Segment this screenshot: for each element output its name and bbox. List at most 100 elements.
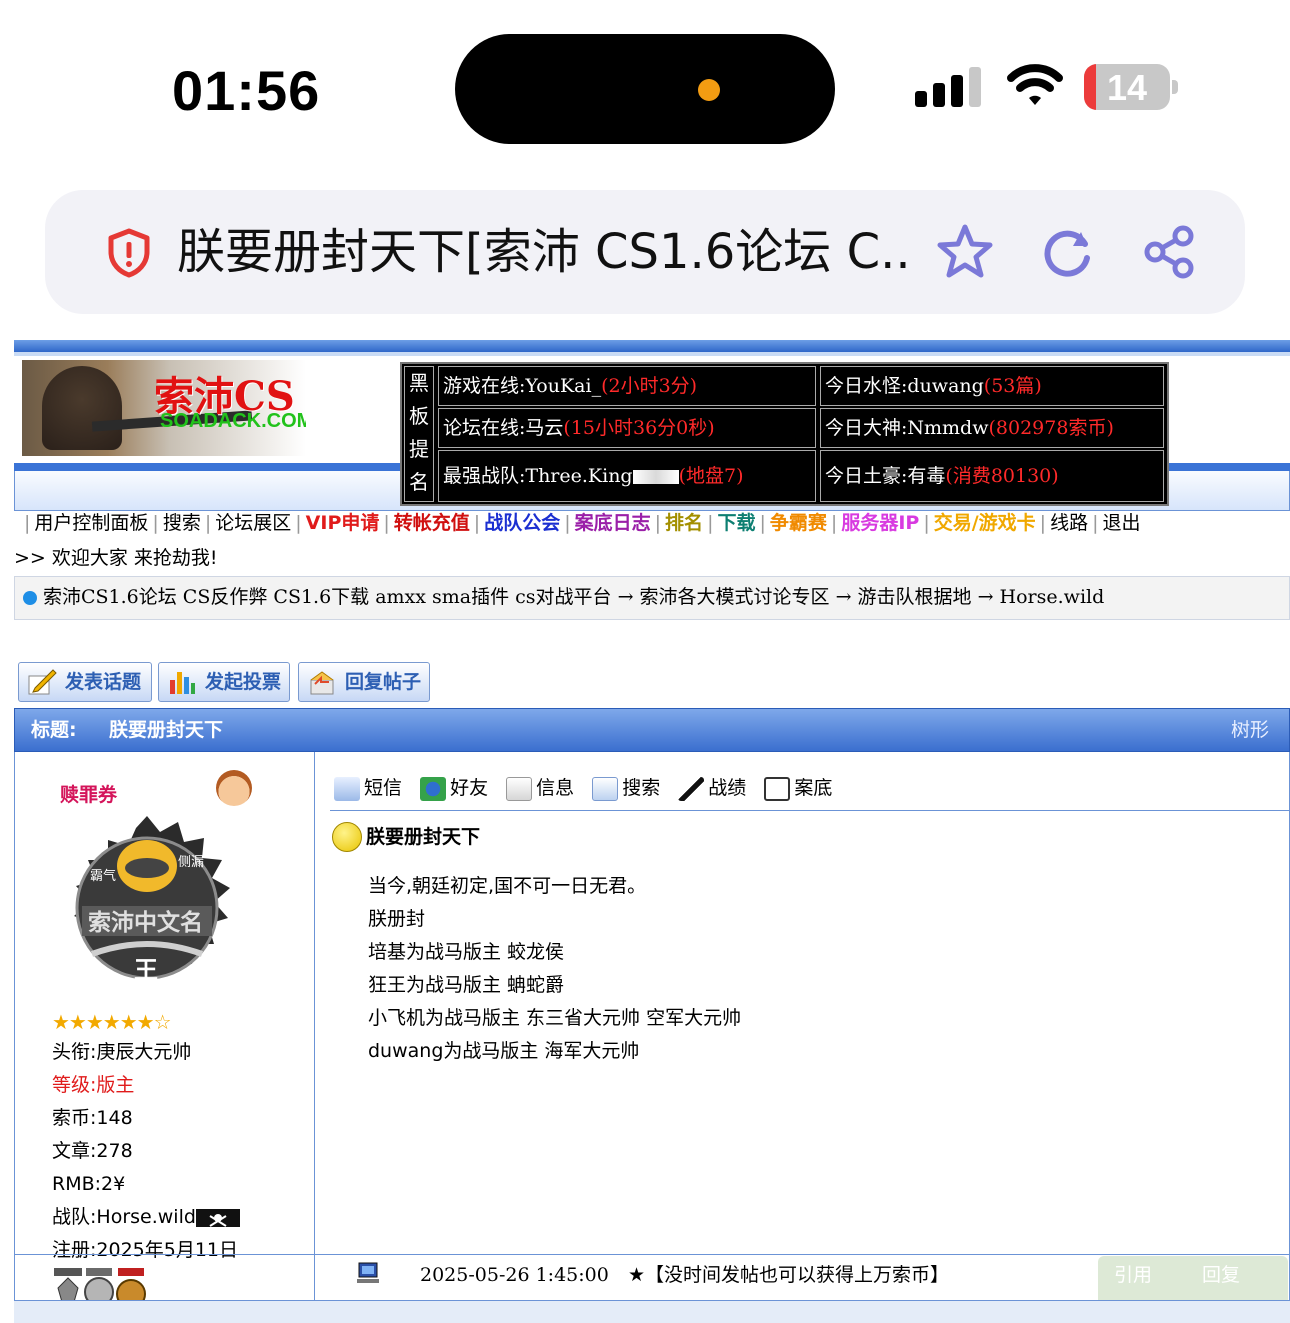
battery-icon: 14 — [1084, 64, 1170, 110]
hof-forum-online[interactable]: 论坛在线:马云(15小时36分0秒) — [438, 408, 816, 448]
reply-post-button[interactable]: 回复帖子 — [298, 662, 430, 702]
nav-item[interactable]: 用户控制面板 — [34, 512, 148, 534]
new-poll-label: 发起投票 — [205, 671, 282, 693]
nav-separator: | — [1092, 512, 1099, 534]
hof-label-char: 板 — [409, 404, 429, 428]
record-button[interactable]: 案底 — [764, 772, 832, 804]
user-team-text: 战队:Horse.wild — [52, 1206, 196, 1228]
post-line: 当今,朝廷初定,国不可一日无君。 — [368, 875, 647, 897]
nav-item[interactable]: 争霸赛 — [770, 512, 827, 534]
hof-text: 最强战队:Three.King — [443, 465, 633, 487]
nav-separator: | — [564, 512, 571, 534]
nav-item[interactable]: 交易/游戏卡 — [934, 512, 1036, 534]
site-logo[interactable]: 索沛CS SOADACK.COM — [22, 360, 306, 456]
user-rmb: RMB:2¥ — [52, 1173, 126, 1195]
avatar-text-left: 霸气 — [90, 868, 116, 884]
next-post-band — [14, 1301, 1290, 1323]
avatar-text-bottom: 王 — [134, 955, 158, 984]
team-flag-image — [632, 470, 679, 484]
user-tools-bar: 短信 好友 信息 搜索 战绩 案底 — [334, 772, 844, 804]
new-topic-button[interactable]: 发表话题 — [18, 662, 152, 702]
hof-text: 论坛在线:马云 — [443, 417, 564, 439]
promo-link[interactable]: ★【没时间发帖也可以获得上万索币】 — [628, 1260, 949, 1290]
nav-item[interactable]: 案底日志 — [575, 512, 651, 534]
page-title[interactable]: 朕要册封天下[索沛 CS1.6论坛 C... — [177, 222, 907, 282]
hof-label-char: 名 — [409, 470, 429, 494]
friend-button[interactable]: 好友 — [420, 772, 488, 804]
hof-label-char: 提 — [409, 437, 429, 461]
hof-game-online[interactable]: 游戏在线:YouKai_(2小时3分) — [438, 366, 816, 406]
nav-separator: | — [707, 512, 714, 534]
tool-label: 搜索 — [622, 777, 661, 799]
hof-note: (53篇) — [983, 375, 1042, 397]
nav-item[interactable]: 下载 — [717, 512, 755, 534]
nav-separator: | — [295, 512, 302, 534]
user-star-rating: ★★★★★★☆ — [52, 1010, 172, 1034]
avatar-text-mid: 索沛中文名 — [88, 909, 203, 936]
quote-button[interactable]: 引用 — [1114, 1260, 1152, 1290]
author-name[interactable]: 赎罪券 — [60, 780, 117, 807]
hof-today-god[interactable]: 今日大神:Nmmdw(802978索币) — [820, 408, 1164, 448]
pencil-paper-icon — [28, 669, 57, 695]
main-nav: | 用户控制面板 | 搜索 | 论坛展区 | VIP申请 | 转帐充值 | 战队公会 | 案底日志 | 排名 |… — [20, 508, 1141, 538]
star-bookmark-icon[interactable] — [935, 222, 995, 282]
post-body: 当今,朝廷初定,国不可一日无君。 朕册封 培基为战马版主 蛟龙侯 狂王为战马版主 蚺蛇… — [368, 870, 741, 1068]
user-avatar[interactable]: 霸气 侧漏 索沛中文名 王 — [52, 814, 242, 1004]
thread-title: 朕要册封天下 — [109, 719, 224, 741]
address-bar[interactable]: 朕要册封天下[索沛 CS1.6论坛 C... — [45, 190, 1245, 314]
thread-header: 标题: 朕要册封天下 树形 — [14, 708, 1290, 752]
hof-rich-user[interactable]: 今日土豪:有毒(消费80130) — [820, 450, 1164, 502]
cellular-signal-icon — [915, 67, 981, 107]
tool-label: 战绩 — [708, 777, 747, 799]
post-column-divider — [314, 752, 315, 1323]
nav-item[interactable]: 排名 — [665, 512, 703, 534]
share-icon[interactable] — [1139, 222, 1199, 282]
user-team[interactable]: 战队:Horse.wild — [52, 1203, 240, 1231]
shield-warning-icon[interactable] — [107, 228, 151, 278]
post-line: duwang为战马版主 海军大元帅 — [368, 1040, 640, 1062]
logo-subtext: SOADACK.COM — [160, 410, 306, 432]
nav-item[interactable]: 服务器IP — [841, 512, 919, 534]
search-user-button[interactable]: 搜索 — [592, 772, 660, 804]
message-button[interactable]: 短信 — [334, 772, 402, 804]
hof-note: (2小时3分) — [601, 375, 698, 397]
friends-icon — [420, 776, 447, 801]
nav-item[interactable]: 线路 — [1050, 512, 1088, 534]
soldier-icon — [678, 776, 705, 801]
nav-separator: | — [152, 512, 159, 534]
new-topic-label: 发表话题 — [65, 671, 142, 693]
nav-item[interactable]: VIP申请 — [306, 512, 380, 534]
breadcrumb[interactable]: 索沛CS1.6论坛 CS反作弊 CS1.6下载 amxx sma插件 cs对战平… — [14, 576, 1290, 620]
post-line: 狂王为战马版主 蚺蛇爵 — [368, 974, 565, 996]
nav-item[interactable]: 转帐充值 — [394, 512, 470, 534]
hof-strongest-team[interactable]: 最强战队:Three.King (地盘7) — [438, 450, 816, 502]
stats-button[interactable]: 战绩 — [678, 772, 746, 804]
tool-label: 短信 — [364, 777, 403, 799]
info-button[interactable]: 信息 — [506, 772, 574, 804]
nav-item[interactable]: 搜索 — [163, 512, 201, 534]
record-frame-icon — [764, 776, 791, 801]
thread-title-label: 标题: — [31, 719, 77, 741]
new-poll-button[interactable]: 发起投票 — [158, 662, 290, 702]
breadcrumb-text[interactable]: 索沛CS1.6论坛 CS反作弊 CS1.6下载 amxx sma插件 cs对战平… — [43, 586, 1104, 608]
nav-item[interactable]: 退出 — [1103, 512, 1141, 534]
nav-item[interactable]: 论坛展区 — [215, 512, 291, 534]
breadcrumb-bullet-icon — [23, 591, 37, 605]
tree-view-link[interactable]: 树形 — [1231, 709, 1269, 751]
hof-text: 今日水怪:duwang — [825, 375, 984, 397]
forum-page: 索沛CS SOADACK.COM 黑 板 提 名 游戏在线:YouKai_(2小… — [0, 338, 1290, 1323]
header-stripe — [14, 340, 1290, 352]
hof-text: 游戏在线:YouKai_ — [443, 375, 602, 397]
reply-button[interactable]: 回复 — [1202, 1260, 1240, 1290]
nav-separator: | — [923, 512, 930, 534]
battery-cap — [1172, 80, 1178, 94]
reload-icon[interactable] — [1037, 222, 1097, 282]
hof-text: 今日大神:Nmmdw — [825, 417, 989, 439]
nav-item[interactable]: 战队公会 — [484, 512, 560, 534]
post-line: 培基为战马版主 蛟龙侯 — [368, 941, 565, 963]
hof-water-monster[interactable]: 今日水怪:duwang(53篇) — [820, 366, 1164, 406]
user-rank-title: 头衔:庚辰大元帅 — [52, 1041, 192, 1063]
nav-separator: | — [830, 512, 838, 534]
tool-label: 信息 — [536, 777, 575, 799]
post-date: 2025-05-26 1:45:00 — [420, 1264, 609, 1286]
